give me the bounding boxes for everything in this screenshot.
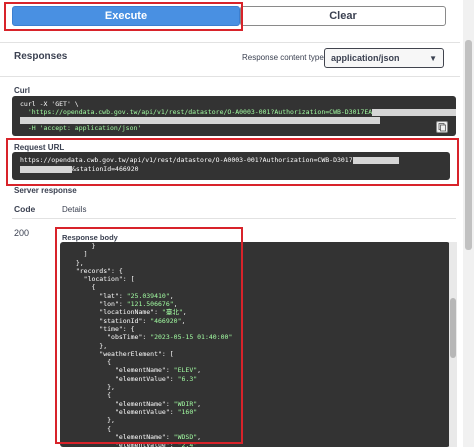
curl-line: curl -X 'GET' \ — [20, 100, 79, 108]
page-scrollbar[interactable] — [463, 0, 474, 447]
response-body-scrollbar[interactable] — [449, 242, 457, 447]
curl-code-block[interactable]: curl -X 'GET' \ 'https://opendata.cwb.go… — [12, 96, 456, 136]
execute-highlight-box — [4, 2, 243, 31]
responses-title: Responses — [14, 51, 68, 62]
code-header: Code — [14, 204, 36, 214]
clear-button[interactable]: Clear — [240, 6, 446, 26]
content-type-select[interactable]: application/json ▼ — [324, 48, 444, 68]
curl-title: Curl — [14, 86, 30, 95]
details-header: Details — [62, 205, 87, 214]
redaction — [20, 116, 380, 124]
content-type-label: Response content type — [242, 53, 324, 62]
divider — [0, 76, 460, 77]
server-response-title: Server response — [14, 186, 77, 195]
divider — [0, 42, 460, 43]
copy-icon[interactable] — [436, 121, 448, 133]
divider — [12, 218, 456, 219]
request-url-highlight-box — [6, 138, 459, 186]
content-type-value: application/json — [331, 53, 400, 63]
curl-line: -H 'accept: application/json' — [20, 124, 142, 132]
response-body-highlight-box — [55, 227, 243, 444]
page-scrollbar-thumb[interactable] — [465, 40, 472, 250]
curl-line: 'https://opendata.cwb.gov.tw/api/v1/rest… — [20, 108, 373, 116]
response-code: 200 — [14, 228, 30, 238]
chevron-down-icon: ▼ — [429, 54, 437, 63]
redaction — [372, 108, 456, 116]
scrollbar-thumb[interactable] — [450, 298, 456, 358]
